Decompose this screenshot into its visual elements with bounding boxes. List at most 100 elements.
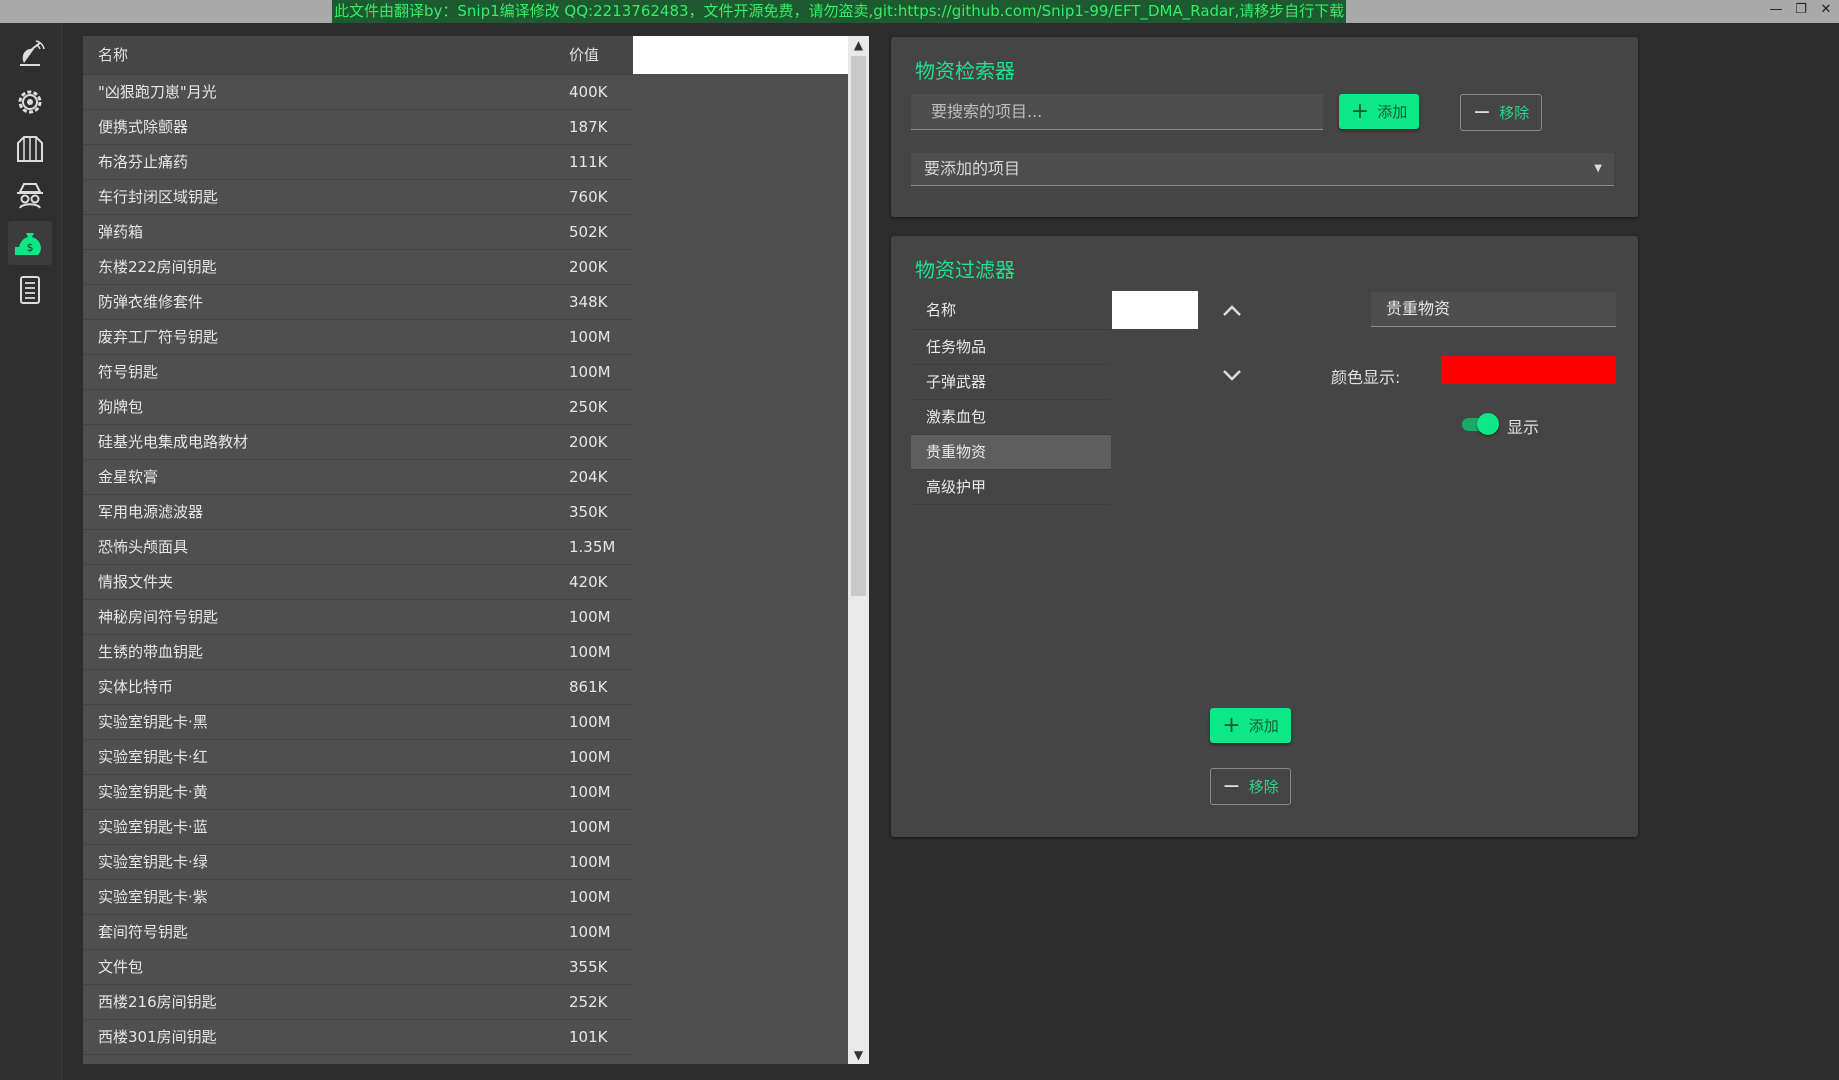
table-row[interactable]: 弹药箱 502K: [83, 215, 633, 250]
item-dropdown[interactable]: 要添加的项目 ▼: [911, 153, 1614, 186]
sidebar-item-players[interactable]: [8, 174, 52, 218]
row-name: 实验室钥匙卡·黑: [98, 713, 208, 731]
filter-list-header[interactable]: 名称: [911, 291, 1111, 330]
table-row[interactable]: 实验室钥匙卡·紫 100M: [83, 880, 633, 915]
row-name: 情报文件夹: [98, 573, 174, 591]
row-value: 400K: [569, 83, 608, 101]
row-name: "凶狠跑刀崽"月光: [98, 83, 217, 101]
table-row[interactable]: 布洛芬止痛药 111K: [83, 145, 633, 180]
table-row[interactable]: 废弃工厂符号钥匙 100M: [83, 320, 633, 355]
filter-add-label: 添加: [1248, 717, 1279, 735]
filter-add-button[interactable]: + 添加: [1210, 708, 1291, 743]
sidebar-item-settings[interactable]: [8, 80, 52, 124]
filter-list-item[interactable]: 子弹武器: [911, 365, 1111, 400]
table-row[interactable]: "凶狠跑刀崽"月光 400K: [83, 75, 633, 110]
move-down-button[interactable]: [1217, 360, 1247, 390]
filter-name-value: 贵重物资: [1386, 299, 1451, 318]
filter-remove-label: 移除: [1248, 778, 1279, 796]
table-row[interactable]: 车行封闭区域钥匙 760K: [83, 180, 633, 215]
color-label: 颜色显示:: [1331, 368, 1401, 387]
plus-icon: +: [1222, 712, 1241, 738]
color-swatch[interactable]: [1441, 356, 1616, 384]
row-value: 200K: [569, 258, 608, 276]
row-value: 100M: [569, 608, 611, 626]
row-value: 348K: [569, 293, 608, 311]
filter-list-item[interactable]: 激素血包: [911, 400, 1111, 435]
sidebar-item-notes[interactable]: [8, 268, 52, 312]
table-row[interactable]: 文件包 355K: [83, 950, 633, 985]
table-row[interactable]: 东楼222房间钥匙 200K: [83, 250, 633, 285]
table-row[interactable]: 金星软膏 204K: [83, 460, 633, 495]
row-name: 防弹衣维修套件: [98, 293, 204, 311]
close-button[interactable]: ✕: [1816, 2, 1836, 17]
minimize-button[interactable]: —: [1766, 2, 1786, 17]
table-body: "凶狠跑刀崽"月光 400K 便携式除颤器 187K 布洛芬止痛药 111K 车行封闭区域钥…: [83, 75, 633, 1055]
row-value: 100M: [569, 923, 611, 941]
table-row[interactable]: 套间符号钥匙 100M: [83, 915, 633, 950]
table-row[interactable]: 硅基光电集成电路教材 200K: [83, 425, 633, 460]
row-name: 布洛芬止痛药: [98, 153, 189, 171]
loot-filter-card: 物资过滤器 名称 任务物品 子弹武器 激素血包 贵重物资 高级护甲 贵重物资 颜色显示:…: [891, 236, 1638, 837]
row-value: 502K: [569, 223, 608, 241]
table-row[interactable]: 实验室钥匙卡·黑 100M: [83, 705, 633, 740]
table-row[interactable]: 西楼301房间钥匙 101K: [83, 1020, 633, 1055]
table-row[interactable]: 生锈的带血钥匙 100M: [83, 635, 633, 670]
row-value: 187K: [569, 118, 608, 136]
row-value: 100M: [569, 888, 611, 906]
loot-table: 名称 价值 "凶狠跑刀崽"月光 400K 便携式除颤器 187K 布洛芬止痛药 111K 车…: [83, 36, 869, 1064]
move-up-button[interactable]: [1217, 296, 1247, 326]
scroll-down-icon[interactable]: ▼: [848, 1046, 869, 1064]
column-header-value[interactable]: 价值: [569, 36, 599, 74]
table-row[interactable]: 实体比特币 861K: [83, 670, 633, 705]
minus-icon: −: [1222, 773, 1241, 799]
sidebar-item-loot[interactable]: $: [8, 221, 52, 265]
table-row[interactable]: 军用电源滤波器 350K: [83, 495, 633, 530]
row-value: 200K: [569, 433, 608, 451]
table-row[interactable]: 恐怖头颅面具 1.35M: [83, 530, 633, 565]
table-row[interactable]: 狗牌包 250K: [83, 390, 633, 425]
jacket-icon: [17, 136, 43, 162]
row-value: 100M: [569, 643, 611, 661]
row-value: 100M: [569, 748, 611, 766]
row-value: 355K: [569, 958, 608, 976]
table-header: 名称 价值: [83, 36, 633, 75]
filter-list-item[interactable]: 高级护甲: [911, 470, 1111, 505]
sidebar-item-radar[interactable]: [8, 33, 52, 77]
table-row[interactable]: 符号钥匙 100M: [83, 355, 633, 390]
row-name: 便携式除颤器: [98, 118, 189, 136]
vertical-scrollbar[interactable]: ▲ ▼: [848, 36, 869, 1064]
table-row[interactable]: 神秘房间符号钥匙 100M: [83, 600, 633, 635]
row-name: 神秘房间符号钥匙: [98, 608, 219, 626]
visibility-toggle[interactable]: [1459, 413, 1499, 435]
table-row[interactable]: 实验室钥匙卡·蓝 100M: [83, 810, 633, 845]
row-name: 西楼301房间钥匙: [98, 1028, 217, 1046]
column-header-name[interactable]: 名称: [98, 36, 128, 74]
table-row[interactable]: 防弹衣维修套件 348K: [83, 285, 633, 320]
row-name: 废弃工厂符号钥匙: [98, 328, 219, 346]
row-name: 车行封闭区域钥匙: [98, 188, 219, 206]
scrollbar-thumb[interactable]: [851, 56, 866, 596]
row-value: 100M: [569, 783, 611, 801]
empty-column-header: [633, 36, 848, 74]
search-remove-button[interactable]: − 移除: [1460, 94, 1542, 131]
sidebar-item-gear[interactable]: [8, 127, 52, 171]
table-row[interactable]: 便携式除颤器 187K: [83, 110, 633, 145]
search-add-button[interactable]: + 添加: [1339, 94, 1419, 129]
row-name: 生锈的带血钥匙: [98, 643, 204, 661]
table-row[interactable]: 实验室钥匙卡·红 100M: [83, 740, 633, 775]
search-input[interactable]: 要搜索的项目...: [911, 94, 1323, 130]
scroll-up-icon[interactable]: ▲: [848, 36, 869, 54]
table-row[interactable]: 情报文件夹 420K: [83, 565, 633, 600]
filter-list-item[interactable]: 任务物品: [911, 330, 1111, 365]
filter-remove-button[interactable]: − 移除: [1210, 768, 1291, 805]
table-row[interactable]: 实验室钥匙卡·黄 100M: [83, 775, 633, 810]
item-dropdown-value: 要添加的项目: [924, 159, 1021, 178]
svg-text:$: $: [27, 241, 34, 254]
restore-button[interactable]: ❐: [1791, 2, 1811, 17]
table-row[interactable]: 实验室钥匙卡·绿 100M: [83, 845, 633, 880]
toggle-thumb: [1477, 413, 1499, 435]
filter-name-input[interactable]: 贵重物资: [1371, 292, 1616, 327]
filter-list-item[interactable]: 贵重物资: [911, 435, 1111, 470]
table-row[interactable]: 西楼216房间钥匙 252K: [83, 985, 633, 1020]
row-value: 100M: [569, 328, 611, 346]
